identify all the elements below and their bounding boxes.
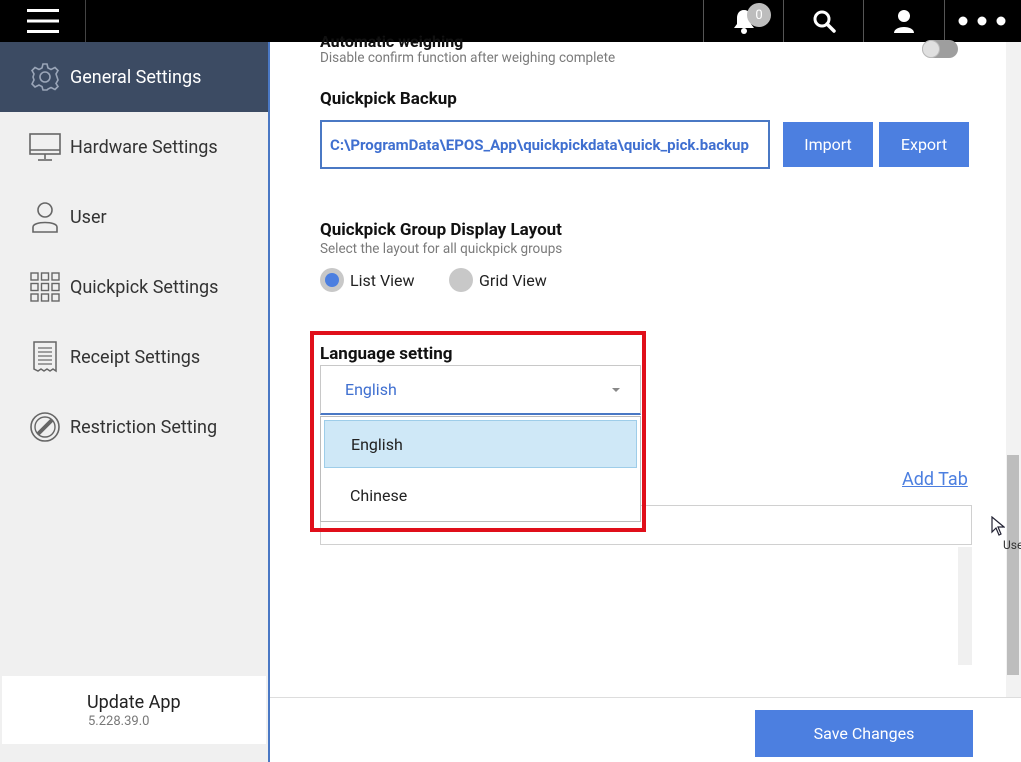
hamburger-menu-button[interactable]: [0, 0, 86, 42]
receipt-icon: [29, 341, 61, 373]
radio-list-view[interactable]: List View: [320, 268, 415, 292]
radio-label: Grid View: [479, 270, 547, 290]
more-options-button[interactable]: [944, 0, 1021, 42]
update-app-title: Update App: [87, 692, 181, 713]
notifications-button[interactable]: 0: [703, 0, 783, 42]
hamburger-icon: [26, 9, 59, 33]
export-button[interactable]: Export: [879, 122, 969, 167]
weighing-subtitle: Disable confirm function after weighing …: [320, 50, 616, 66]
radio-label: List View: [350, 270, 415, 290]
footer-bar: Save Changes: [270, 697, 1021, 762]
grid-icon: [29, 271, 61, 303]
sidebar-item-user[interactable]: User: [0, 182, 268, 252]
sidebar-item-restriction-setting[interactable]: Restriction Setting: [0, 392, 268, 462]
weighing-title: Automatic weighing: [320, 32, 464, 51]
save-changes-button[interactable]: Save Changes: [755, 710, 973, 757]
mouse-cursor-icon: [991, 516, 1005, 536]
app-version: 5.228.39.0: [88, 714, 150, 729]
import-button[interactable]: Import: [783, 122, 873, 167]
sidebar-item-receipt-settings[interactable]: Receipt Settings: [0, 322, 268, 392]
user-icon: [894, 10, 914, 33]
tooltip-text: Use: [1003, 538, 1021, 552]
add-tab-link[interactable]: Add Tab: [902, 469, 968, 490]
sidebar-item-label: Restriction Setting: [70, 416, 218, 438]
layout-subtitle: Select the layout for all quickpick grou…: [320, 241, 563, 257]
backup-title: Quickpick Backup: [320, 89, 457, 109]
user-icon: [29, 201, 61, 233]
more-dots-icon: [958, 16, 1006, 26]
table-scrollbar[interactable]: [958, 547, 972, 665]
sidebar-item-label: User: [70, 206, 107, 228]
radio-unselected-indicator: [449, 268, 473, 292]
sidebar-item-label: Receipt Settings: [70, 346, 201, 368]
search-icon: [813, 10, 836, 33]
weighing-toggle[interactable]: [922, 40, 958, 58]
gear-icon: [29, 61, 61, 93]
sidebar-item-hardware-settings[interactable]: Hardware Settings: [0, 112, 268, 182]
prohibited-icon: [29, 411, 61, 443]
top-bar: 0: [0, 0, 1021, 42]
backup-path-input[interactable]: C:\ProgramData\EPOS_App\quickpickdata\qu…: [320, 120, 770, 169]
sidebar-item-label: Quickpick Settings: [70, 276, 219, 298]
radio-grid-view[interactable]: Grid View: [449, 268, 547, 292]
layout-title: Quickpick Group Display Layout: [320, 220, 562, 240]
sidebar-item-general-settings[interactable]: General Settings: [0, 42, 268, 112]
highlight-box: [310, 331, 646, 532]
toggle-knob: [922, 40, 940, 58]
page-scrollbar-thumb[interactable]: [1007, 455, 1019, 675]
update-app-button[interactable]: Update App 5.228.39.0: [2, 676, 266, 744]
notification-count-badge: 0: [747, 3, 771, 27]
radio-selected-indicator: [320, 268, 344, 292]
sidebar-item-label: Hardware Settings: [70, 136, 218, 158]
monitor-icon: [29, 131, 61, 163]
settings-content: Automatic weighing Disable confirm funct…: [270, 32, 1021, 762]
sidebar-item-quickpick-settings[interactable]: Quickpick Settings: [0, 252, 268, 322]
sidebar-item-label: General Settings: [70, 66, 202, 88]
search-button[interactable]: [783, 0, 863, 42]
sidebar: General Settings Hardware Settings User: [0, 42, 268, 762]
profile-button[interactable]: [863, 0, 944, 42]
